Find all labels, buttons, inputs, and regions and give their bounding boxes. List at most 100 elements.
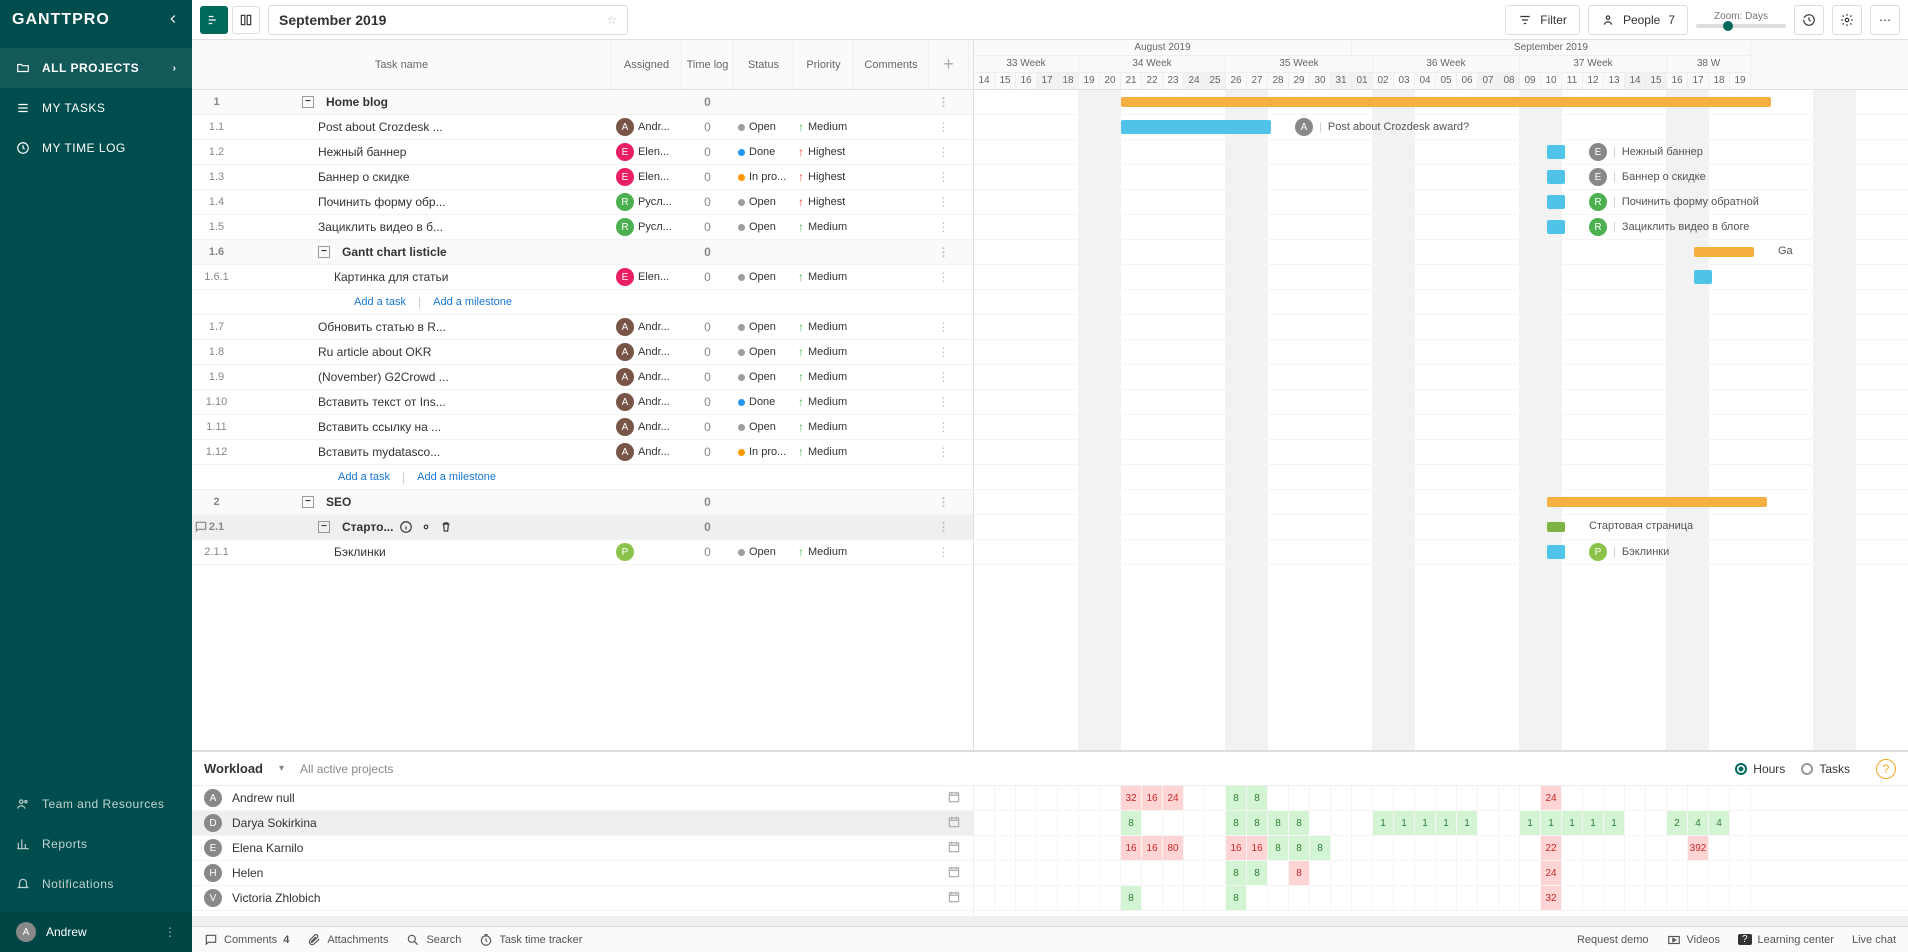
timeline-row[interactable]: E|Нежный баннер — [974, 140, 1908, 165]
workload-cell[interactable]: 8 — [1289, 861, 1310, 885]
workload-cell[interactable] — [1625, 786, 1646, 810]
timeline-row[interactable] — [974, 315, 1908, 340]
workload-cell[interactable] — [1394, 886, 1415, 910]
cell-timelog[interactable]: 0 — [682, 445, 734, 459]
cell-timelog[interactable]: 0 — [682, 520, 734, 534]
row-menu-icon[interactable]: ⋮ — [929, 170, 959, 184]
timeline-row[interactable] — [974, 390, 1908, 415]
cell-priority[interactable]: ↑Medium — [794, 420, 854, 434]
day-cell[interactable]: 01 — [1352, 73, 1373, 89]
sidebar-item-my-time-log[interactable]: MY TIME LOG — [0, 128, 192, 168]
workload-cell[interactable] — [1688, 861, 1709, 885]
settings-icon[interactable] — [1832, 5, 1862, 35]
timeline-row[interactable]: R|Зациклить видео в блоге — [974, 215, 1908, 240]
workload-cell[interactable] — [1352, 786, 1373, 810]
day-cell[interactable]: 26 — [1226, 73, 1247, 89]
cell-timelog[interactable]: 0 — [682, 320, 734, 334]
timeline-row[interactable] — [974, 465, 1908, 490]
radio-tasks[interactable]: Tasks — [1801, 762, 1850, 776]
workload-cell[interactable] — [1604, 861, 1625, 885]
day-cell[interactable]: 16 — [1667, 73, 1688, 89]
workload-cell[interactable]: 8 — [1226, 811, 1247, 835]
row-menu-icon[interactable]: ⋮ — [929, 145, 959, 159]
row-menu-icon[interactable]: ⋮ — [929, 520, 959, 534]
cell-status[interactable]: In pro... — [734, 446, 794, 458]
workload-cell[interactable] — [1163, 811, 1184, 835]
workload-cell[interactable] — [1499, 861, 1520, 885]
workload-cell[interactable]: 8 — [1226, 886, 1247, 910]
add-milestone-link[interactable]: Add a milestone — [433, 296, 512, 308]
cell-assigned[interactable]: AAndr... — [612, 343, 682, 361]
workload-cell[interactable] — [1163, 886, 1184, 910]
workload-cell[interactable] — [1037, 886, 1058, 910]
workload-cell[interactable] — [1121, 861, 1142, 885]
workload-cell[interactable] — [995, 886, 1016, 910]
workload-cell[interactable]: 32 — [1541, 886, 1562, 910]
workload-cell[interactable]: 8 — [1226, 861, 1247, 885]
timeline-row[interactable]: Ga — [974, 240, 1908, 265]
workload-cell[interactable] — [1079, 811, 1100, 835]
workload-cell[interactable] — [1646, 786, 1667, 810]
calendar-icon[interactable] — [947, 790, 961, 807]
workload-cell[interactable] — [1184, 786, 1205, 810]
cell-status[interactable]: Open — [734, 346, 794, 358]
workload-cell[interactable] — [1499, 836, 1520, 860]
timeline-row[interactable] — [974, 440, 1908, 465]
sidebar-collapse-icon[interactable] — [166, 12, 180, 29]
add-milestone-link[interactable]: Add a milestone — [417, 471, 496, 483]
workload-cell[interactable] — [1667, 886, 1688, 910]
day-cell[interactable]: 16 — [1016, 73, 1037, 89]
day-cell[interactable]: 29 — [1289, 73, 1310, 89]
workload-cell[interactable] — [1415, 886, 1436, 910]
workload-cell[interactable] — [1016, 861, 1037, 885]
workload-cell[interactable] — [1478, 811, 1499, 835]
workload-cell[interactable] — [1037, 811, 1058, 835]
cell-timelog[interactable]: 0 — [682, 395, 734, 409]
workload-cell[interactable] — [1184, 811, 1205, 835]
timeline-row[interactable]: E|Баннер о скидке — [974, 165, 1908, 190]
workload-cell[interactable] — [1583, 786, 1604, 810]
day-cell[interactable]: 22 — [1142, 73, 1163, 89]
workload-cell[interactable] — [1667, 836, 1688, 860]
workload-cell[interactable]: 16 — [1226, 836, 1247, 860]
workload-cell[interactable] — [974, 886, 995, 910]
footer-live-chat[interactable]: Live chat — [1852, 934, 1896, 946]
workload-cell[interactable] — [1352, 861, 1373, 885]
workload-cell[interactable] — [1289, 786, 1310, 810]
workload-cell[interactable] — [1331, 861, 1352, 885]
workload-cell[interactable]: 8 — [1268, 836, 1289, 860]
workload-cell[interactable] — [995, 811, 1016, 835]
workload-cell[interactable] — [1184, 861, 1205, 885]
workload-person-row[interactable]: EElena Karnilo — [192, 836, 973, 861]
workload-cell[interactable]: 16 — [1121, 836, 1142, 860]
workload-cell[interactable] — [1331, 836, 1352, 860]
task-row[interactable]: 1.6.1 Картинка для статьи EElen... 0 Ope… — [192, 265, 973, 290]
cell-assigned[interactable]: AAndr... — [612, 368, 682, 386]
cell-assigned[interactable]: AAndr... — [612, 118, 682, 136]
workload-cell[interactable] — [1394, 836, 1415, 860]
workload-cell[interactable]: 16 — [1142, 836, 1163, 860]
workload-cell[interactable] — [1520, 836, 1541, 860]
workload-cell[interactable] — [1709, 786, 1730, 810]
task-row[interactable]: 1.6 −Gantt chart listicle 0 ⋮ — [192, 240, 973, 265]
workload-cell[interactable] — [1142, 861, 1163, 885]
workload-cell[interactable] — [1373, 886, 1394, 910]
day-cell[interactable]: 30 — [1310, 73, 1331, 89]
workload-cell[interactable] — [1457, 786, 1478, 810]
workload-cell[interactable]: 8 — [1268, 811, 1289, 835]
workload-cell[interactable] — [1289, 886, 1310, 910]
calendar-icon[interactable] — [947, 840, 961, 857]
footer-learning[interactable]: ? Learning center — [1738, 934, 1834, 946]
workload-cell[interactable] — [1520, 861, 1541, 885]
gantt-bar[interactable] — [1121, 97, 1771, 107]
cell-timelog[interactable]: 0 — [682, 420, 734, 434]
more-icon[interactable]: ⋯ — [1870, 5, 1900, 35]
workload-cell[interactable]: 8 — [1247, 861, 1268, 885]
workload-cell[interactable] — [1058, 786, 1079, 810]
workload-cell[interactable]: 8 — [1121, 811, 1142, 835]
workload-cell[interactable]: 24 — [1541, 861, 1562, 885]
workload-cell[interactable] — [1520, 786, 1541, 810]
day-cell[interactable]: 11 — [1562, 73, 1583, 89]
cell-assigned[interactable]: P — [612, 543, 682, 561]
filter-button[interactable]: Filter — [1505, 5, 1580, 35]
